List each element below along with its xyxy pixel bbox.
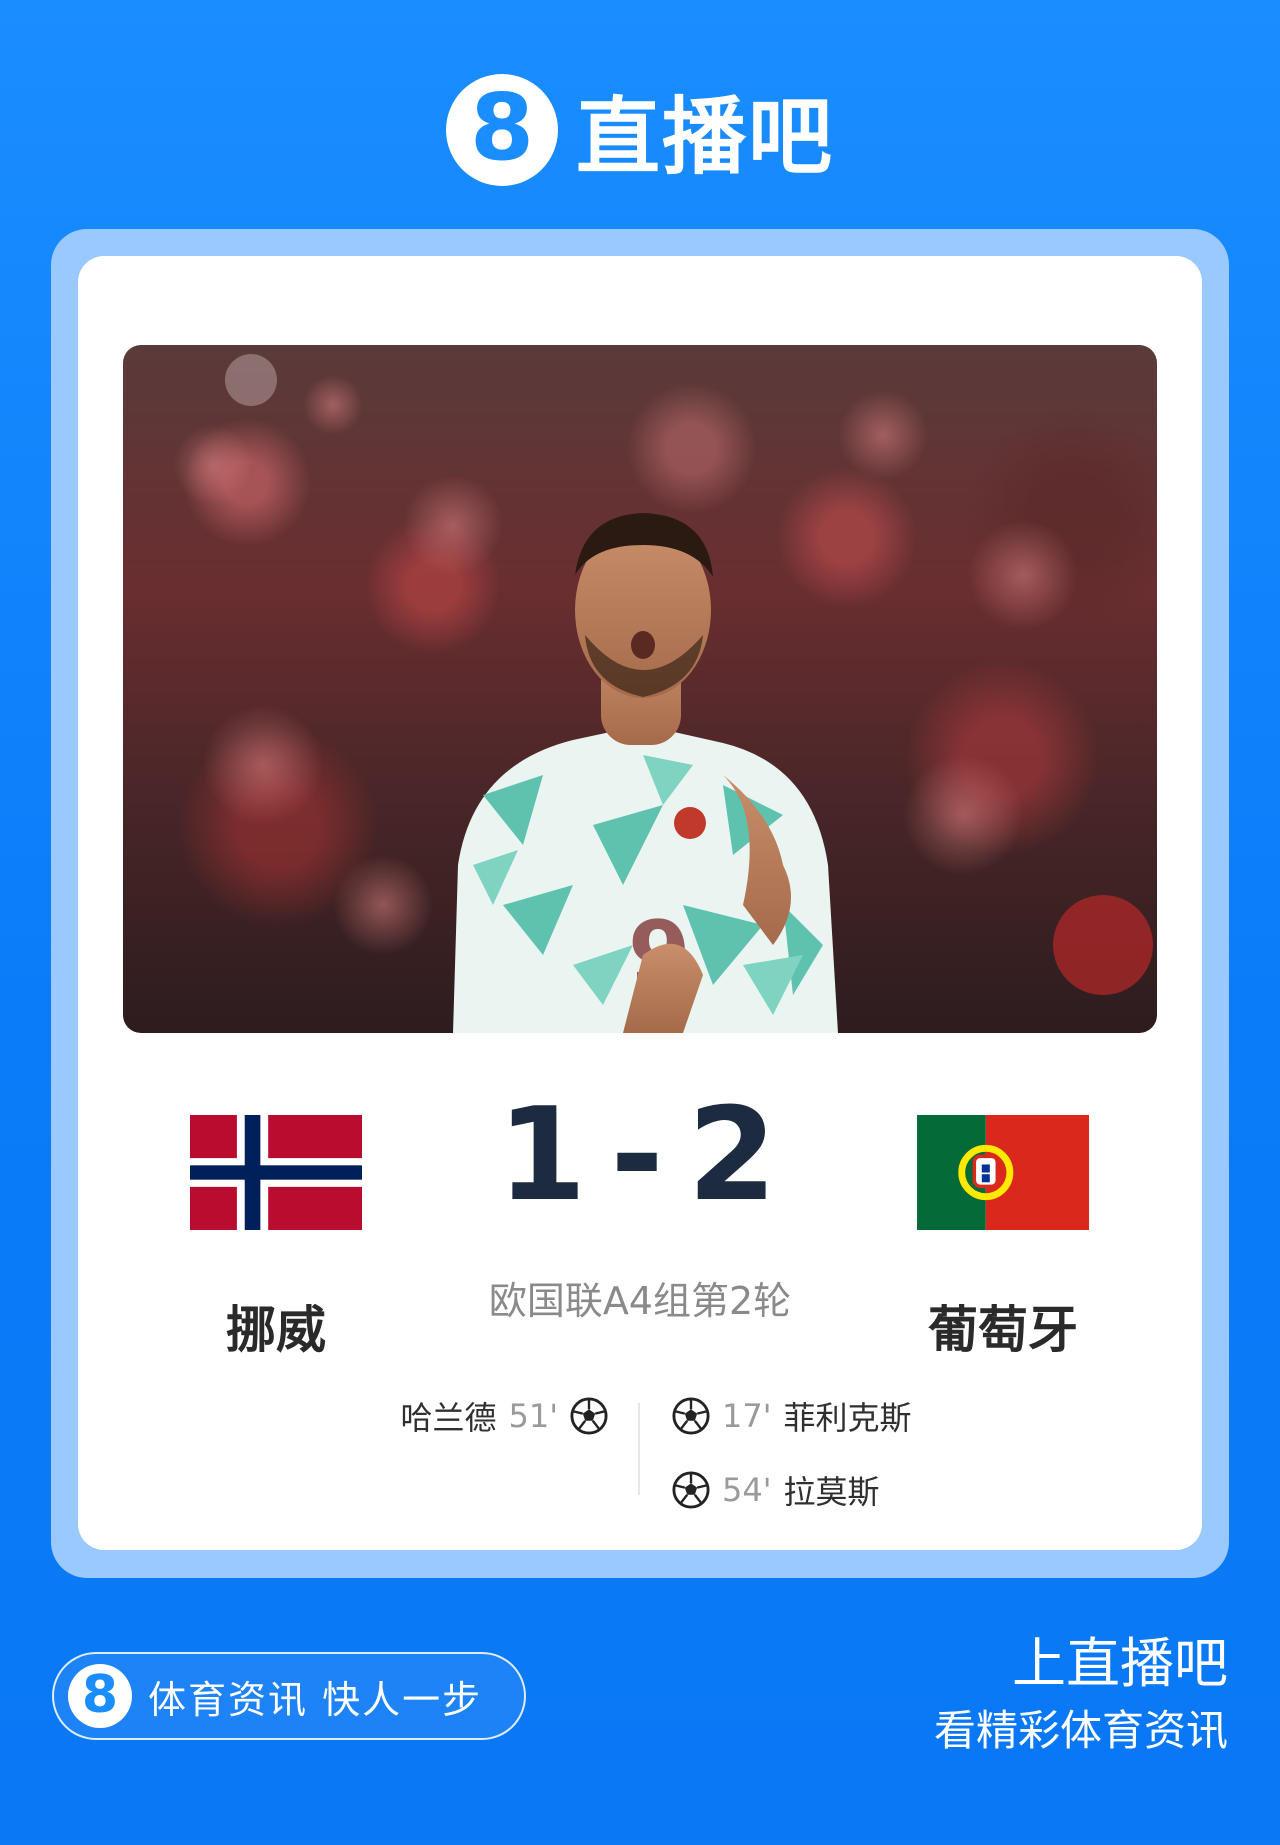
away-team-name: 葡萄牙	[928, 1301, 1078, 1359]
goal-events: 哈兰德 51' 17' 菲利克斯 54' 拉莫斯	[78, 1385, 1202, 1515]
footer-cta: 上直播吧 看精彩体育资讯	[808, 1630, 1228, 1760]
soccer-ball-icon	[672, 1471, 710, 1509]
app-header-logo: 8 直播吧	[0, 70, 1280, 190]
goals-divider	[638, 1403, 640, 1495]
goal-minute: 54'	[722, 1471, 772, 1509]
norway-flag-icon	[190, 1115, 362, 1230]
away-score: 2	[687, 1080, 783, 1230]
home-goal-event: 哈兰德 51'	[400, 1393, 608, 1439]
slogan-text: 体育资讯 快人一步	[148, 1677, 483, 1722]
goal-scorer: 拉莫斯	[783, 1473, 880, 1511]
scoreline: 1 - 2	[440, 1081, 840, 1230]
logo-8-icon: 8	[68, 1664, 132, 1728]
cta-title: 上直播吧	[1012, 1632, 1228, 1695]
player-photo-illustration: 9	[173, 354, 1153, 1033]
goal-scorer: 哈兰德	[400, 1399, 497, 1437]
slogan-pill: 8 体育资讯 快人一步	[52, 1652, 526, 1740]
home-team-name: 挪威	[226, 1301, 326, 1359]
goal-scorer: 菲利克斯	[783, 1399, 912, 1437]
soccer-ball-icon	[672, 1397, 710, 1435]
home-score: 1	[497, 1080, 593, 1230]
goal-minute: 51'	[508, 1397, 558, 1435]
logo-glyph: 8	[469, 74, 534, 181]
away-goal-event: 17' 菲利克斯	[672, 1393, 912, 1439]
pill-logo-glyph: 8	[81, 1665, 119, 1725]
cta-subtitle: 看精彩体育资讯	[933, 1706, 1228, 1755]
logo-8-icon: 8	[445, 74, 558, 186]
competition-round: 欧国联A4组第2轮	[488, 1279, 792, 1323]
away-goal-event: 54' 拉莫斯	[672, 1467, 880, 1513]
soccer-ball-icon	[570, 1397, 608, 1435]
score-separator: -	[610, 1080, 670, 1230]
portugal-flag-icon	[917, 1115, 1089, 1230]
goal-minute: 17'	[722, 1397, 772, 1435]
brand-name: 直播吧	[575, 87, 834, 186]
match-photo: 9	[123, 345, 1157, 1033]
